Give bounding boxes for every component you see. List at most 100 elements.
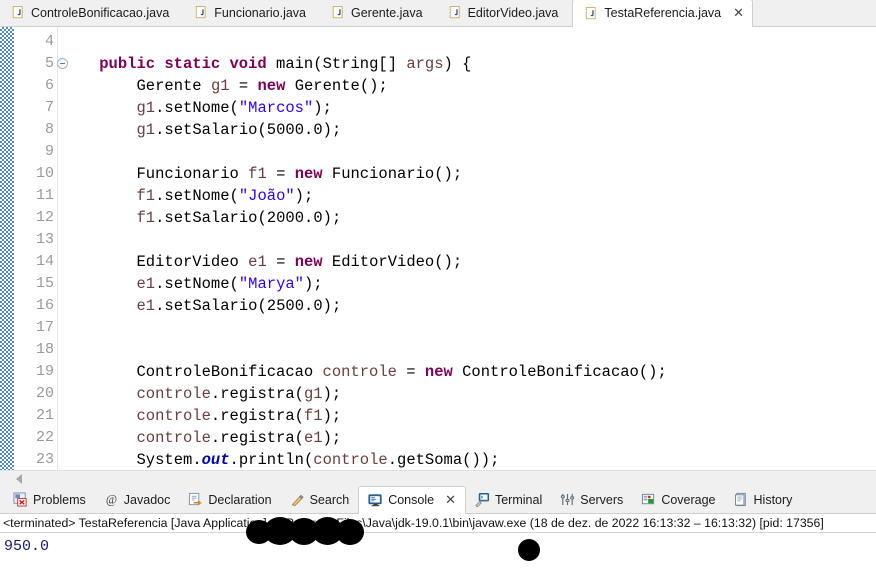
line-number-text: 5 — [44, 55, 54, 72]
console-tab-label: Search — [309, 492, 350, 507]
code-line: g1.setSalario(5000.0); — [136, 121, 342, 139]
code-line: f1.setNome("João"); — [136, 187, 314, 205]
editor-tab-label: EditorVideo.java — [467, 5, 559, 20]
line-number-text: 4 — [44, 33, 54, 50]
editor-tab-gerente[interactable]: Gerente.java — [320, 0, 437, 26]
console-tab-console[interactable]: Console ✕ — [358, 486, 466, 514]
line-number-text: 7 — [44, 99, 54, 116]
annotation-ruler[interactable] — [0, 27, 14, 470]
line-number-text: 8 — [44, 121, 54, 138]
editor-tab-editorvideo[interactable]: EditorVideo.java — [437, 0, 573, 26]
line-number: 18 — [14, 339, 57, 361]
terminal-icon — [475, 492, 490, 507]
console-tab-javadoc[interactable]: @ Javadoc — [95, 486, 180, 513]
code-line: controle.registra(g1); — [136, 385, 342, 403]
line-number: 12 — [14, 207, 57, 229]
terminated-process-label: <terminated> TestaReferencia [Java Appli… — [0, 514, 876, 533]
code-line: public static void main(String[] args) { — [99, 55, 472, 73]
java-file-icon — [195, 5, 208, 20]
line-number: 22 — [14, 427, 57, 449]
code-line: e1.setSalario(2500.0); — [136, 297, 342, 315]
console-tab-declaration[interactable]: Declaration — [179, 486, 280, 513]
svg-text:@: @ — [106, 493, 117, 507]
line-number: 4 — [14, 31, 57, 53]
console-tab-label: Terminal — [494, 492, 543, 507]
console-tab-history[interactable]: History — [725, 486, 802, 513]
code-line: e1.setNome("Marya"); — [136, 275, 323, 293]
console-tab-label: Coverage — [661, 492, 716, 507]
line-number-text: 12 — [35, 209, 54, 226]
line-number-text: 23 — [35, 451, 54, 468]
console-tab-label: Console — [388, 493, 435, 507]
line-number: 9 — [14, 141, 57, 163]
editor-tab-label: Funcionario.java — [214, 5, 306, 20]
close-icon[interactable]: ✕ — [445, 494, 456, 507]
line-number-text: 21 — [35, 407, 54, 424]
editor-tab-controlebonificacao[interactable]: ControleBonificacao.java — [0, 0, 183, 26]
code-editor[interactable]: 4 5 6 7 8 9 10 11 12 13 14 15 16 17 18 19 20 21 22 23 publi… — [0, 27, 876, 470]
editor-horizontal-scrollbar[interactable] — [0, 470, 876, 487]
console-output-text[interactable]: 950.0 — [0, 534, 876, 581]
console-tab-label: History — [753, 492, 793, 507]
code-line: f1.setSalario(2000.0); — [136, 209, 342, 227]
line-number-text: 13 — [35, 231, 54, 248]
line-number-text: 22 — [35, 429, 54, 446]
line-number: 11 — [14, 185, 57, 207]
console-tab-coverage[interactable]: Coverage — [632, 486, 724, 513]
console-tab-label: Javadoc — [123, 492, 171, 507]
code-line: Gerente g1 = new Gerente(); — [136, 77, 388, 95]
code-line: controle.registra(e1); — [136, 429, 342, 447]
close-icon[interactable]: ✕ — [733, 7, 744, 20]
java-file-icon — [332, 5, 345, 20]
line-number-gutter: 4 5 6 7 8 9 10 11 12 13 14 15 16 17 18 19 20 21 22 23 — [14, 27, 68, 470]
history-icon — [734, 492, 749, 507]
line-number: 20 — [14, 383, 57, 405]
editor-tab-testareferencia[interactable]: TestaReferencia.java ✕ — [572, 0, 754, 27]
line-number-text: 11 — [35, 187, 54, 204]
editor-tab-label: TestaReferencia.java — [604, 6, 722, 20]
search-icon — [290, 492, 305, 507]
editor-tab-bar: ControleBonificacao.java Funcionario.java… — [0, 0, 876, 27]
java-file-icon — [12, 5, 25, 20]
line-number-text: 9 — [44, 143, 54, 160]
line-number-text: 6 — [44, 77, 54, 94]
line-number-text: 15 — [35, 275, 54, 292]
line-number: 16 — [14, 295, 57, 317]
code-line: controle.registra(f1); — [136, 407, 342, 425]
declaration-icon — [188, 492, 203, 507]
console-tab-search[interactable]: Search — [281, 486, 359, 513]
java-file-icon — [585, 6, 598, 21]
line-number: 17 — [14, 317, 57, 339]
line-number: 6 — [14, 75, 57, 97]
console-tab-label: Problems — [33, 492, 86, 507]
line-number-text: 18 — [35, 341, 54, 358]
line-number: 8 — [14, 119, 57, 141]
line-number: 7 — [14, 97, 57, 119]
code-line: g1.setNome("Marcos"); — [136, 99, 332, 117]
line-number-text: 17 — [35, 319, 54, 336]
console-tab-bar: Problems @ Javadoc Declaration Search Console… — [0, 486, 876, 514]
console-tab-terminal[interactable]: Terminal — [466, 486, 551, 513]
console-icon — [368, 493, 383, 508]
console-tab-label: Declaration — [208, 492, 272, 507]
javadoc-icon: @ — [104, 492, 119, 507]
code-line: ControleBonificacao controle = new Contr… — [136, 363, 667, 381]
code-text-area[interactable]: public static void main(String[] args) {… — [62, 27, 876, 470]
console-tab-problems[interactable]: Problems — [4, 486, 95, 513]
scroll-left-arrow-icon[interactable] — [0, 471, 38, 488]
java-file-icon — [449, 5, 462, 20]
code-line: EditorVideo e1 = new EditorVideo(); — [136, 253, 463, 271]
editor-tab-funcionario[interactable]: Funcionario.java — [183, 0, 320, 26]
problems-icon — [13, 492, 28, 507]
line-number: 13 — [14, 229, 57, 251]
line-number: 23 — [14, 449, 57, 470]
line-number-text: 20 — [35, 385, 54, 402]
line-number: 14 — [14, 251, 57, 273]
code-line: System.out.println(controle.getSoma()); — [136, 451, 500, 469]
servers-icon — [560, 492, 575, 507]
console-tab-servers[interactable]: Servers — [551, 486, 632, 513]
